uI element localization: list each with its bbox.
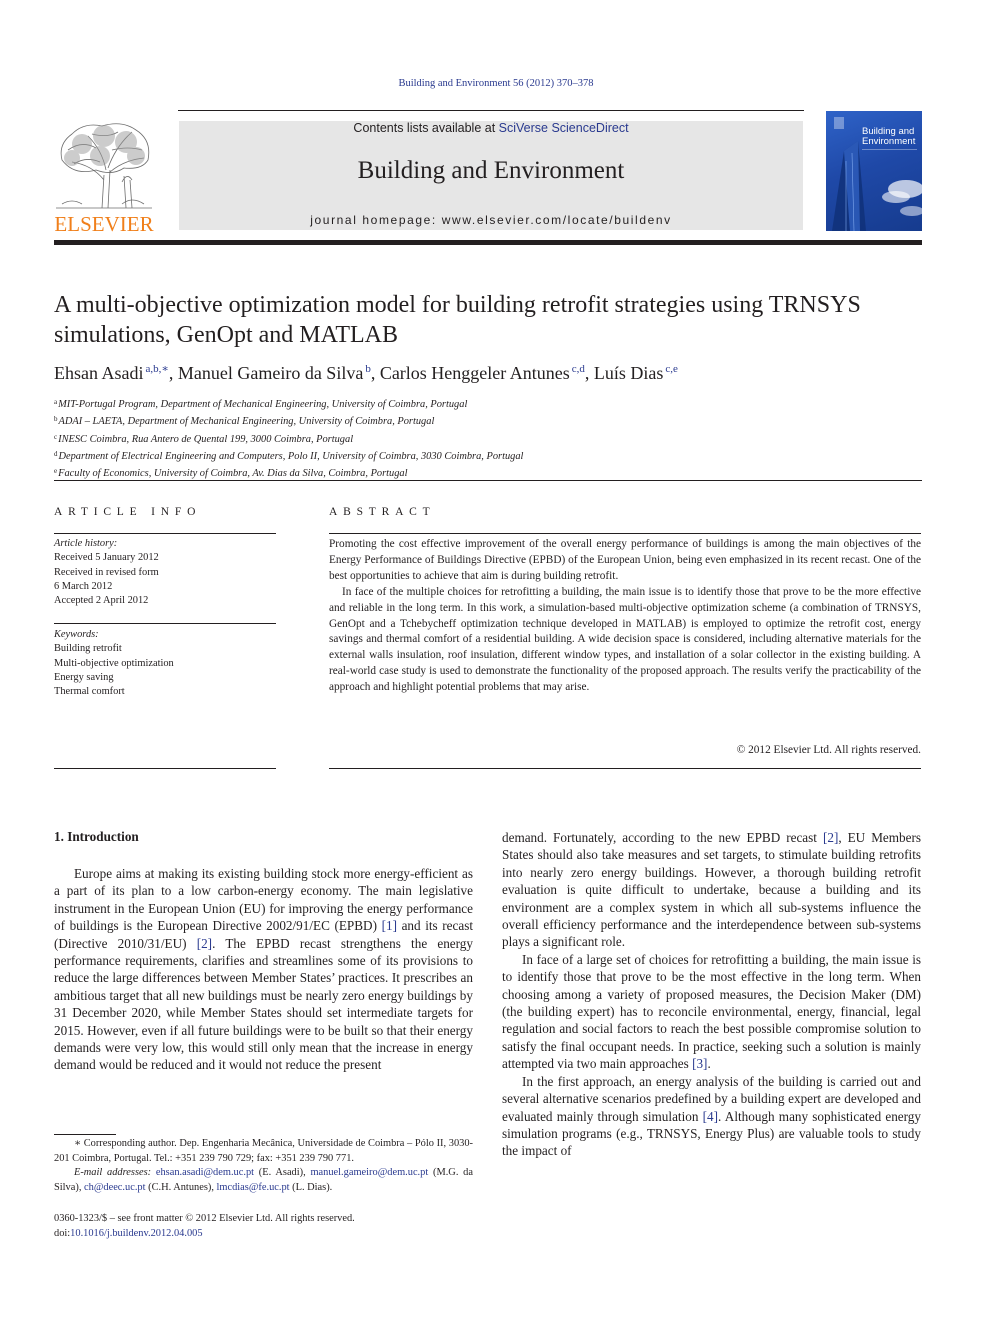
keyword: Building retrofit	[54, 643, 122, 655]
divider	[54, 533, 276, 534]
masthead-top-rule	[178, 110, 804, 111]
body-paragraph: In face of a large set of choices for re…	[502, 951, 921, 1072]
article-info-heading: ARTICLE INFO	[54, 506, 202, 518]
journal-name: Building and Environment	[357, 157, 625, 184]
elsevier-wordmark: ELSEVIER	[54, 212, 154, 236]
elsevier-logo[interactable]: ELSEVIER	[52, 120, 156, 236]
email-link[interactable]: ehsan.asadi@dem.uc.pt	[156, 1167, 254, 1178]
affiliation-text: INESC Coimbra, Rua Antero de Quental 199…	[58, 433, 354, 445]
affiliation-key: b	[54, 415, 58, 424]
author-separator: ,	[168, 363, 178, 383]
email-owner: (L. Dias).	[289, 1181, 333, 1193]
affiliation-text: Faculty of Economics, University of Coim…	[58, 468, 408, 480]
doi-line: doi:10.1016/j.buildenv.2012.04.005	[54, 1226, 473, 1241]
author-name: Carlos Henggeler Antunes	[379, 363, 570, 383]
abstract-heading: ABSTRACT	[329, 506, 436, 518]
abstract-paragraph: Promoting the cost effective improvement…	[329, 538, 921, 582]
cover-subtitle-rule	[862, 149, 917, 164]
journal-homepage-link[interactable]: journal homepage: www.elsevier.com/locat…	[179, 213, 803, 227]
affiliation-key: c	[54, 432, 58, 441]
email-label: E-mail addresses:	[74, 1167, 152, 1179]
keywords: Keywords: Building retrofit Multi-object…	[54, 628, 276, 699]
email-owner: (E. Asadi),	[254, 1167, 311, 1179]
keyword: Energy saving	[54, 671, 114, 683]
email-addresses: E-mail addresses: ehsan.asadi@dem.uc.pt …	[54, 1166, 473, 1195]
affiliation: dDepartment of Electrical Engineering an…	[54, 447, 934, 464]
article-history: Article history: Received 5 January 2012…	[54, 537, 276, 608]
divider	[329, 533, 921, 534]
email-owner: (C.H. Antunes),	[145, 1181, 217, 1193]
journal-cover-image[interactable]: Building and Environment	[826, 111, 922, 231]
email-link[interactable]: manuel.gameiro@dem.uc.pt	[310, 1167, 428, 1178]
author-separator: ,	[584, 363, 594, 383]
divider	[54, 480, 922, 481]
affiliation-text: Department of Electrical Engineering and…	[58, 450, 524, 462]
journal-banner: Contents lists available at SciVerse Sci…	[179, 121, 803, 230]
citation-link[interactable]: [2]	[197, 936, 212, 951]
divider	[54, 768, 276, 769]
affiliation-key: e	[54, 467, 58, 476]
keyword: Thermal comfort	[54, 686, 125, 698]
history-line: Accepted 2 April 2012	[54, 595, 149, 607]
author-affiliation-marker[interactable]: c,d	[572, 363, 585, 375]
author-name: Luís Dias	[593, 363, 664, 383]
history-line: Received 5 January 2012	[54, 552, 159, 564]
affiliation-key: a	[54, 398, 58, 406]
affiliation-text: ADAI – LAETA, Department of Mechanical E…	[58, 416, 435, 428]
cover-title: Building and Environment	[862, 127, 915, 147]
email-link[interactable]: lmcdias@fe.uc.pt	[217, 1182, 290, 1193]
affiliation: aMIT-Portugal Program, Department of Mec…	[54, 395, 934, 412]
body-paragraph: In the first approach, an energy analysi…	[502, 1073, 921, 1159]
abstract-paragraph: In face of the multiple choices for retr…	[329, 585, 921, 694]
history-line: 6 March 2012	[54, 580, 113, 592]
affiliations: aMIT-Portugal Program, Department of Mec…	[54, 395, 934, 481]
article-history-label: Article history:	[54, 538, 118, 549]
citation-link[interactable]: [1]	[382, 918, 397, 933]
footnotes: ∗ Corresponding author. Dep. Engenharia …	[54, 1137, 473, 1195]
divider	[54, 623, 276, 624]
body-column-left: Europe aims at making its existing build…	[54, 865, 473, 1074]
keywords-label: Keywords:	[54, 629, 99, 640]
author-affiliation-marker[interactable]: c,e	[665, 363, 678, 375]
corresponding-author-note: ∗ Corresponding author. Dep. Engenharia …	[54, 1138, 473, 1164]
article-title: A multi-objective optimization model for…	[54, 292, 861, 348]
keyword: Multi-objective optimization	[54, 657, 174, 669]
author-affiliation-marker[interactable]: a,b,∗	[146, 363, 169, 375]
citation-link[interactable]: [2]	[823, 830, 838, 845]
contents-prefix: Contents lists available at	[353, 121, 499, 135]
doi-link[interactable]: 10.1016/j.buildenv.2012.04.005	[70, 1228, 202, 1239]
affiliation-key: d	[54, 449, 58, 458]
front-matter: 0360-1323/$ – see front matter © 2012 El…	[54, 1211, 473, 1241]
email-link[interactable]: ch@deec.uc.pt	[84, 1182, 146, 1193]
divider	[329, 768, 921, 769]
abstract-body: Promoting the cost effective improvement…	[329, 537, 921, 696]
cover-title-line2: Environment	[862, 136, 916, 147]
masthead-thick-rule	[54, 240, 922, 245]
affiliation: eFaculty of Economics, University of Coi…	[54, 464, 934, 481]
body-paragraph: demand. Fortunately, according to the ne…	[502, 830, 921, 950]
affiliation: cINESC Coimbra, Rua Antero de Quental 19…	[54, 430, 934, 447]
doi-prefix: doi:	[54, 1228, 71, 1239]
body-paragraph: Europe aims at making its existing build…	[54, 866, 474, 1073]
author-list: Ehsan Asadi a,b,∗, Manuel Gameiro da Silv…	[54, 362, 934, 384]
issn-line: 0360-1323/$ – see front matter © 2012 El…	[54, 1213, 355, 1224]
elsevier-tree-icon	[56, 123, 152, 209]
abstract-copyright: © 2012 Elsevier Ltd. All rights reserved…	[736, 744, 921, 756]
citation-link[interactable]: [4]	[703, 1109, 718, 1124]
footnote-rule	[54, 1134, 116, 1135]
contents-line: Contents lists available at SciVerse Sci…	[179, 121, 803, 135]
affiliation: bADAI – LAETA, Department of Mechanical …	[54, 412, 934, 429]
citation-link[interactable]: [3]	[692, 1056, 707, 1071]
history-line: Received in revised form	[54, 566, 159, 578]
running-head-citation[interactable]: Building and Environment 56 (2012) 370–3…	[0, 78, 992, 89]
affiliation-text: MIT-Portugal Program, Department of Mech…	[58, 399, 468, 410]
section-heading-introduction: 1. Introduction	[54, 829, 139, 844]
body-column-right: demand. Fortunately, according to the ne…	[502, 829, 921, 1160]
author-separator: ,	[370, 363, 380, 383]
sciencedirect-link[interactable]: SciVerse ScienceDirect	[499, 121, 629, 135]
author-name: Ehsan Asadi	[54, 363, 144, 383]
author-name: Manuel Gameiro da Silva	[177, 363, 364, 383]
